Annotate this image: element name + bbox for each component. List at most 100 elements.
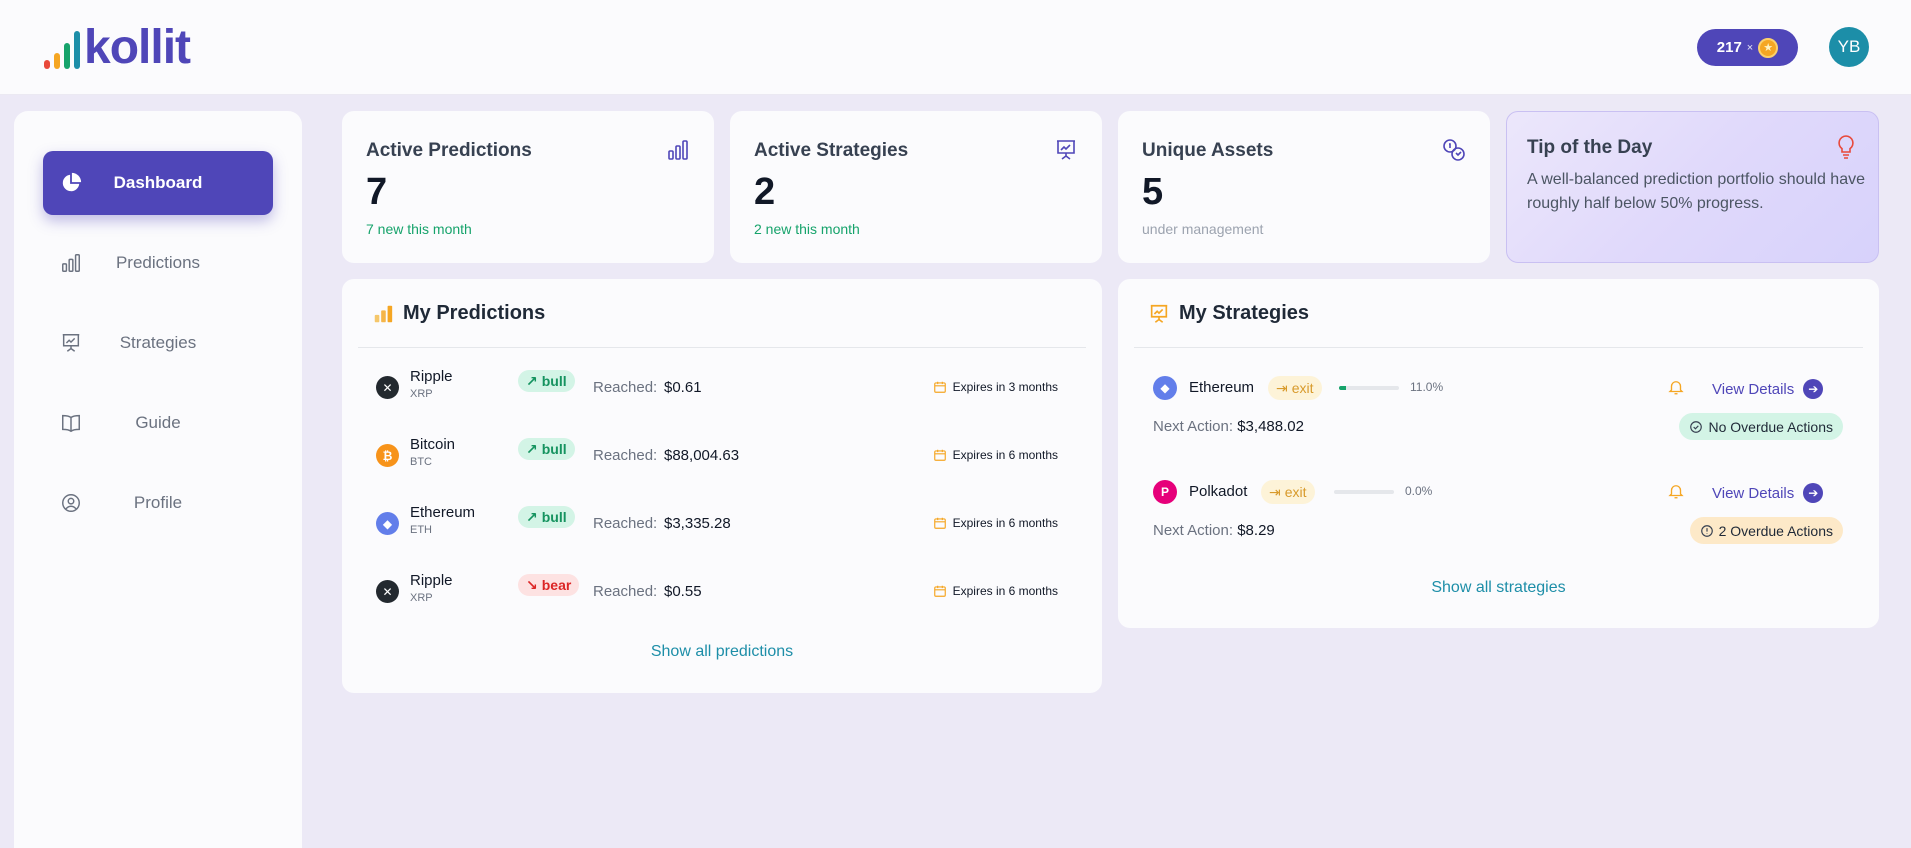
trend-badge: ↗ bull xyxy=(518,438,575,460)
view-details-label: View Details xyxy=(1712,380,1795,398)
calendar-icon xyxy=(933,585,946,597)
reached-value: $0.61 xyxy=(664,379,702,396)
stat-subtitle: 7 new this month xyxy=(366,221,472,237)
xrp-icon: ✕ xyxy=(376,376,399,399)
trend-label: bull xyxy=(541,373,567,389)
stat-card-unique-assets: Unique Assets 5 under management xyxy=(1118,111,1490,263)
coins-icon xyxy=(1443,139,1465,161)
reached-value: $0.55 xyxy=(664,583,702,600)
stat-title: Active Predictions xyxy=(366,140,532,161)
expiry: Expires in 6 months xyxy=(933,448,1058,462)
stat-subtitle: under management xyxy=(1142,221,1264,237)
prediction-row[interactable]: ₿ Bitcoin BTC ↗ bull Reached: $88,004.63 … xyxy=(342,432,1102,478)
stat-subtitle: 2 new this month xyxy=(754,221,860,237)
expiry-text: Expires in 6 months xyxy=(952,584,1058,598)
expiry-text: Expires in 6 months xyxy=(952,516,1058,530)
tip-text: A well-balanced prediction portfolio sho… xyxy=(1527,171,1865,212)
asset-name: Ripple xyxy=(410,368,453,385)
sidebar-item-dashboard[interactable]: Dashboard xyxy=(43,151,273,215)
stat-value: 2 xyxy=(754,171,776,213)
asset-symbol: XRP xyxy=(410,388,433,400)
exit-icon: ⇥ xyxy=(1269,483,1281,500)
calendar-icon xyxy=(933,517,946,529)
top-bar: kollit 217 × ★ YB xyxy=(0,0,1911,95)
next-action: Next Action: $8.29 xyxy=(1153,522,1275,539)
asset-name: Bitcoin xyxy=(410,436,456,453)
exit-tag: ⇥ exit xyxy=(1261,480,1315,504)
strategy-row: P Polkadot ⇥ exit 0.0% View Details ➔ Next… xyxy=(1118,480,1879,570)
reached-label: Reached: xyxy=(593,379,658,396)
panel-title: My Strategies xyxy=(1179,302,1310,324)
presentation-chart-icon xyxy=(1057,140,1075,160)
prediction-row[interactable]: ✕ Ripple XRP ↘ bear Reached: $0.55 Expire… xyxy=(342,568,1102,614)
asset-symbol: XRP xyxy=(410,592,433,604)
strategy-progress-bar xyxy=(1339,386,1399,390)
calendar-icon xyxy=(933,449,946,461)
overdue-status-badge: No Overdue Actions xyxy=(1679,413,1843,440)
my-predictions-panel: My Predictions ✕ Ripple XRP ↗ bull Reache… xyxy=(342,279,1102,693)
next-action-value: $3,488.02 xyxy=(1237,418,1304,435)
coin-times-symbol: × xyxy=(1746,41,1754,54)
stat-title: Unique Assets xyxy=(1142,140,1274,161)
sidebar-item-predictions[interactable]: Predictions xyxy=(43,231,273,295)
bell-icon[interactable] xyxy=(1667,482,1685,500)
reached-value: $3,335.28 xyxy=(664,515,731,532)
show-all-strategies-link[interactable]: Show all strategies xyxy=(1118,579,1879,597)
tip-of-the-day-card: Tip of the Day A well-balanced predictio… xyxy=(1506,111,1879,263)
bar-chart-icon xyxy=(668,140,688,160)
strategy-progress-bar xyxy=(1334,490,1394,494)
asset-name: Ethereum xyxy=(410,504,476,521)
reached-label: Reached: xyxy=(593,447,658,464)
exit-tag: ⇥ exit xyxy=(1268,376,1322,400)
prediction-row[interactable]: ✕ Ripple XRP ↗ bull Reached: $0.61 Expire… xyxy=(342,364,1102,410)
asset-name: Ripple xyxy=(410,572,453,589)
strategy-asset-name: Ethereum xyxy=(1189,379,1255,396)
progress-fill xyxy=(1339,386,1346,390)
bell-icon[interactable] xyxy=(1667,378,1685,396)
stat-card-active-strategies: Active Strategies 2 2 new this month xyxy=(730,111,1102,263)
stat-title: Active Strategies xyxy=(754,140,909,161)
next-action-value: $8.29 xyxy=(1237,522,1275,539)
panel-header: My Strategies xyxy=(1118,279,1879,348)
bar-chart-icon xyxy=(62,254,80,272)
sidebar-item-profile[interactable]: Profile xyxy=(43,471,273,535)
view-details-label: View Details xyxy=(1712,484,1795,502)
next-action-label: Next Action: xyxy=(1153,522,1234,539)
view-details-link[interactable]: View Details ➔ xyxy=(1712,379,1824,399)
bar-chart-icon xyxy=(374,305,393,322)
pie-chart-icon xyxy=(62,172,82,192)
sidebar-item-guide[interactable]: Guide xyxy=(43,391,273,455)
trend-label: bear xyxy=(541,577,572,593)
strategy-row: ◆ Ethereum ⇥ exit 11.0% View Details ➔ Nex… xyxy=(1118,376,1879,466)
exit-label: exit xyxy=(1284,484,1307,500)
show-all-predictions-link[interactable]: Show all predictions xyxy=(342,643,1102,661)
stat-value: 5 xyxy=(1142,171,1164,213)
trend-badge: ↗ bull xyxy=(518,506,575,528)
coin-balance-badge[interactable]: 217 × ★ xyxy=(1697,29,1798,66)
logo-text: kollit xyxy=(84,21,191,74)
stat-value: 7 xyxy=(366,171,388,213)
sidebar: Dashboard Predictions Strategies Guide P… xyxy=(14,111,302,848)
avatar[interactable]: YB xyxy=(1829,27,1869,67)
asset-symbol: BTC xyxy=(410,456,432,468)
trend-up-icon: ↗ xyxy=(526,372,538,389)
overdue-status-badge: 2 Overdue Actions xyxy=(1689,517,1843,544)
arrow-right-icon: ➔ xyxy=(1803,483,1824,503)
trend-label: bull xyxy=(541,441,567,457)
ethereum-icon: ◆ xyxy=(376,512,399,535)
polkadot-icon: P xyxy=(1153,480,1177,504)
panel-header: My Predictions xyxy=(342,279,1102,348)
trend-up-icon: ↗ xyxy=(526,508,538,525)
prediction-row[interactable]: ◆ Ethereum ETH ↗ bull Reached: $3,335.28 … xyxy=(342,500,1102,546)
tip-title: Tip of the Day xyxy=(1527,137,1653,158)
ethereum-icon: ◆ xyxy=(1153,376,1177,400)
view-details-link[interactable]: View Details ➔ xyxy=(1712,483,1824,503)
sidebar-item-strategies[interactable]: Strategies xyxy=(43,311,273,375)
divider xyxy=(358,347,1086,348)
stat-card-active-predictions: Active Predictions 7 7 new this month xyxy=(342,111,714,263)
trend-badge: ↘ bear xyxy=(518,574,580,596)
bitcoin-icon: ₿ xyxy=(376,444,399,467)
kollit-logo[interactable]: kollit xyxy=(44,21,191,74)
asset-symbol: ETH xyxy=(410,524,432,536)
strategy-asset-name: Polkadot xyxy=(1189,483,1248,500)
